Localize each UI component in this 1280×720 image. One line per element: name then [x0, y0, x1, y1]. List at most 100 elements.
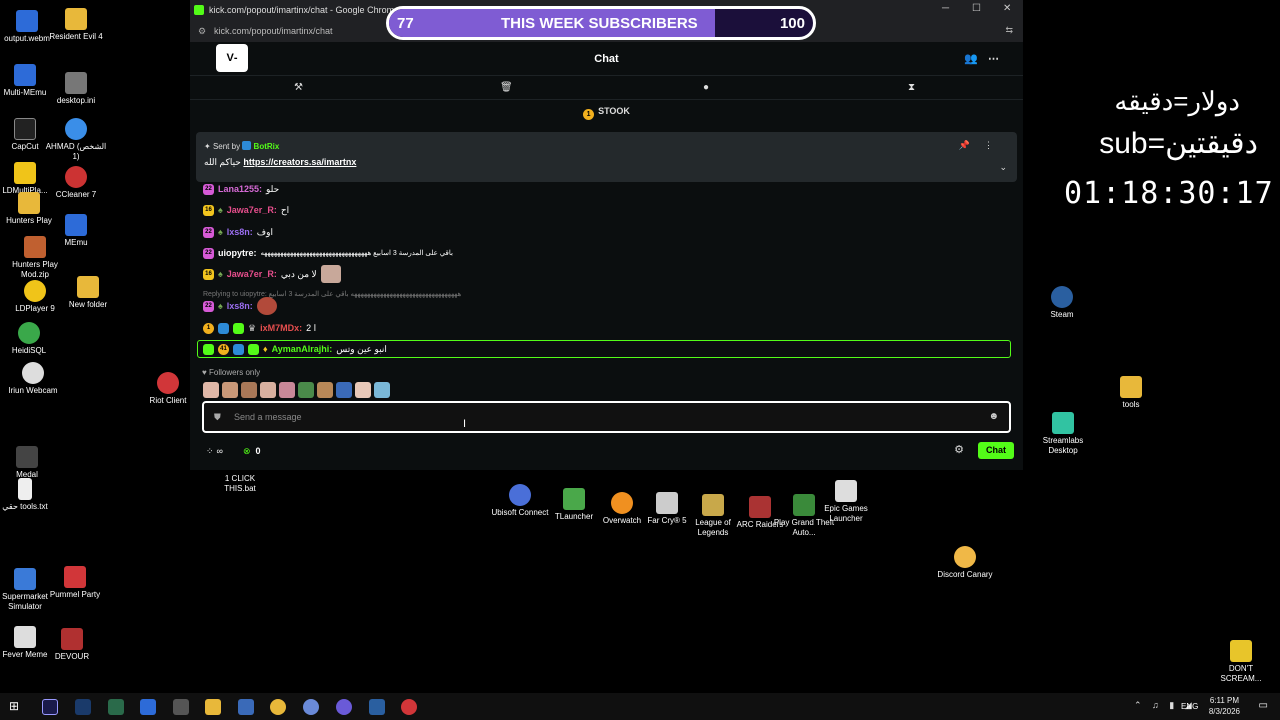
emote-icon[interactable]	[203, 382, 219, 398]
username[interactable]: uiopytre:	[218, 248, 257, 258]
maximize-icon[interactable]: ☐	[972, 3, 981, 14]
bot-name[interactable]: BotRix	[254, 142, 280, 151]
emote-icon[interactable]	[222, 382, 238, 398]
pinned-more-icon[interactable]: ⋮	[984, 140, 1007, 150]
chat-message[interactable]: 22 ♠ lxs8n: اوف	[203, 224, 273, 240]
trash-icon[interactable]: 🗑	[500, 82, 513, 93]
username[interactable]: lxs8n:	[227, 227, 253, 237]
gear-icon[interactable]: ⚙	[954, 443, 964, 456]
sub-badge: 22	[203, 183, 214, 195]
app-icon[interactable]	[108, 699, 124, 715]
desktop-icon-resident-evil[interactable]: Resident Evil 4	[45, 8, 107, 42]
desktop-icon-streamlabs[interactable]: Streamlabs Desktop	[1032, 412, 1094, 456]
points-icon[interactable]: ⁘	[206, 446, 214, 457]
chat-message[interactable]: 1 ♛ ixM7MDx: 2 ا	[203, 320, 316, 336]
emote-icon[interactable]	[298, 382, 314, 398]
close-icon[interactable]: ✕	[1003, 3, 1011, 14]
notification-icon[interactable]: ▭	[1259, 700, 1268, 711]
app-icon[interactable]	[140, 699, 156, 715]
sub-badge: 16	[203, 204, 214, 216]
sub-goal-current: 77	[397, 15, 414, 32]
discord-icon[interactable]	[336, 699, 352, 715]
message-input[interactable]: ⛊ Send a message ☻	[202, 401, 1011, 433]
username[interactable]: Jawa7er_R:	[227, 205, 277, 215]
desktop-icon-new-folder[interactable]: New folder	[57, 276, 119, 310]
mod-toolbar: ⚒ 🗑 ● ⧗	[190, 78, 1023, 100]
app-icon[interactable]	[173, 699, 189, 715]
username[interactable]: ixM7MDx:	[260, 323, 302, 333]
pinned-link[interactable]: https://creators.sa/imartnx	[243, 157, 356, 167]
chat-message[interactable]: 22 uiopytre: باقي على المدرسة 3 اسابيع ه…	[203, 245, 453, 261]
chat-message[interactable]: 16 ♠ Jawa7er_R: لا من دبي	[203, 265, 341, 283]
language-indicator[interactable]: ENG	[1181, 702, 1198, 711]
dock-icon-ubisoft[interactable]: Ubisoft Connect	[489, 484, 551, 518]
emote-icon[interactable]	[374, 382, 390, 398]
emote-bar	[203, 382, 390, 398]
desktop-icon-pummel-party[interactable]: Pummel Party	[44, 566, 106, 600]
users-icon[interactable]: 👥	[964, 53, 988, 65]
store-icon[interactable]	[238, 699, 254, 715]
more-icon[interactable]: ⋯	[988, 53, 1009, 65]
coin-icon: 1	[583, 109, 595, 120]
desktop-icon-heidisql[interactable]: HeidiSQL	[0, 322, 60, 356]
username[interactable]: Lana1255:	[218, 184, 262, 194]
dock-icon-epic[interactable]: Epic Games Launcher	[815, 480, 877, 524]
translate-icon[interactable]: ⇆	[1005, 25, 1013, 36]
desktop-icon-discord-canary[interactable]: Discord Canary	[934, 546, 996, 580]
chat-message[interactable]: 22 ♠ lxs8n:	[203, 297, 277, 315]
message-text: 2 ا	[306, 322, 317, 333]
emote-icon[interactable]	[355, 382, 371, 398]
hourglass-icon[interactable]: ⧗	[908, 82, 915, 93]
steam-icon[interactable]	[369, 699, 385, 715]
emote-icon[interactable]	[336, 382, 352, 398]
emoji-icon[interactable]: ☻	[988, 411, 999, 422]
windows-start-icon[interactable]: ⊞	[9, 699, 25, 715]
desktop-icon-medal[interactable]: Medal	[0, 446, 58, 480]
chat-message[interactable]: 16 ♠ Jawa7er_R: اح	[203, 202, 289, 218]
emote-icon[interactable]	[260, 382, 276, 398]
gift-icon	[248, 343, 259, 355]
send-chat-button[interactable]: Chat	[978, 442, 1014, 459]
desktop-icon-ahmad[interactable]: AHMAD (الشخص 1)	[45, 118, 107, 162]
chat-message-highlighted[interactable]: 41 ♦ AymanAlrajhi: انبو عين وتس	[203, 341, 387, 357]
clock[interactable]: 6:11 PM 8/3/2026	[1209, 695, 1240, 717]
reply-preview[interactable]: Replying to uiopytre: هههههههههههههههههه…	[203, 290, 461, 298]
desktop-icon-tools-txt[interactable]: حقي tools.txt	[0, 478, 56, 512]
desktop-icon-dont-scream[interactable]: DON'T SCREAM...	[1210, 640, 1272, 684]
chat-bubble-icon[interactable]: ●	[703, 82, 709, 93]
sub-goal-bar: 77 THIS WEEK SUBSCRIBERS 100	[386, 6, 816, 40]
chat-message[interactable]: 22 Lana1255: حلو	[203, 181, 279, 197]
desktop-icon-desktop-ini[interactable]: desktop.ini	[45, 72, 107, 106]
chevron-down-icon[interactable]: ⌄	[999, 162, 1007, 173]
chrome-icon[interactable]	[303, 699, 319, 715]
desktop-icon-hunters-play-zip[interactable]: Hunters Play Mod.zip	[4, 236, 66, 280]
overlay-rate-line1: دولار=دقيقه	[1114, 86, 1240, 116]
shield-badge-icon	[203, 343, 214, 355]
pinned-text: حياكم الله https://creators.sa/imartnx	[204, 157, 357, 167]
file-explorer-icon[interactable]	[205, 699, 221, 715]
username[interactable]: lxs8n:	[227, 301, 253, 311]
emote-icon[interactable]	[317, 382, 333, 398]
emote-icon[interactable]	[241, 382, 257, 398]
emote-icon[interactable]	[279, 382, 295, 398]
site-info-icon[interactable]: ⚙	[198, 26, 208, 37]
desktop-icon-tools[interactable]: tools	[1100, 376, 1162, 410]
emote-image	[256, 297, 277, 315]
pinned-message[interactable]: ✦ Sent by BotRix حياكم الله https://crea…	[196, 132, 1017, 182]
desktop-icon-iriun-webcam[interactable]: Iriun Webcam	[2, 362, 64, 396]
chrome-icon[interactable]	[270, 699, 286, 715]
verified-icon	[233, 343, 244, 355]
pin-icon[interactable]: 📌	[959, 140, 984, 150]
obs-icon[interactable]	[401, 699, 417, 715]
channel-logo[interactable]: V‐	[216, 44, 248, 72]
text-cursor-icon: I	[463, 418, 467, 430]
desktop-icon-steam[interactable]: Steam	[1031, 286, 1093, 320]
vscode-icon[interactable]	[75, 699, 91, 715]
minimize-icon[interactable]: ─	[942, 3, 949, 14]
username[interactable]: AymanAlrajhi:	[272, 344, 333, 354]
username[interactable]: Jawa7er_R:	[227, 269, 277, 279]
after-effects-icon[interactable]	[42, 699, 58, 715]
hammer-icon[interactable]: ⚒	[294, 82, 303, 93]
pinned-gift-row[interactable]: 1 STOOK	[190, 106, 1023, 126]
desktop-icon-devour[interactable]: DEVOUR	[41, 628, 103, 662]
